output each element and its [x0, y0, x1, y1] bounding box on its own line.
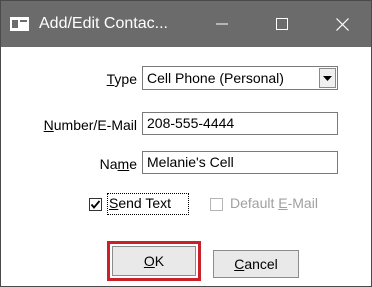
maximize-icon — [276, 18, 288, 30]
type-label: Type — [106, 71, 137, 87]
maximize-button[interactable] — [259, 1, 305, 47]
minimize-button[interactable] — [199, 1, 245, 47]
title-bar[interactable]: Add/Edit Contac... — [1, 1, 371, 47]
name-input[interactable]: Melanie's Cell — [142, 151, 338, 174]
type-select[interactable]: Cell Phone (Personal) — [142, 66, 338, 90]
name-label: Name — [99, 156, 137, 172]
number-email-input[interactable]: 208-555-4444 — [142, 112, 338, 135]
number-label: Number/E-Mail — [43, 117, 137, 133]
dialog-window: Add/Edit Contac... Type Cell Phone (Pers… — [0, 0, 372, 287]
type-select-value: Cell Phone (Personal) — [147, 70, 284, 86]
close-icon — [335, 17, 349, 31]
app-icon — [10, 17, 29, 31]
close-button[interactable] — [319, 1, 365, 47]
cancel-button[interactable]: Cancel — [213, 250, 299, 278]
default-email-label: Default E-Mail — [230, 195, 318, 211]
send-text-checkbox[interactable] — [89, 198, 102, 211]
ok-button[interactable]: OK — [112, 246, 196, 276]
minimize-icon — [216, 23, 228, 25]
send-text-label[interactable]: Send Text — [109, 194, 171, 212]
default-email-checkbox[interactable] — [210, 198, 223, 211]
checkmark-icon — [90, 200, 101, 209]
type-dropdown-button[interactable] — [319, 68, 336, 88]
chevron-down-icon — [323, 75, 332, 81]
window-title: Add/Edit Contac... — [39, 15, 168, 32]
